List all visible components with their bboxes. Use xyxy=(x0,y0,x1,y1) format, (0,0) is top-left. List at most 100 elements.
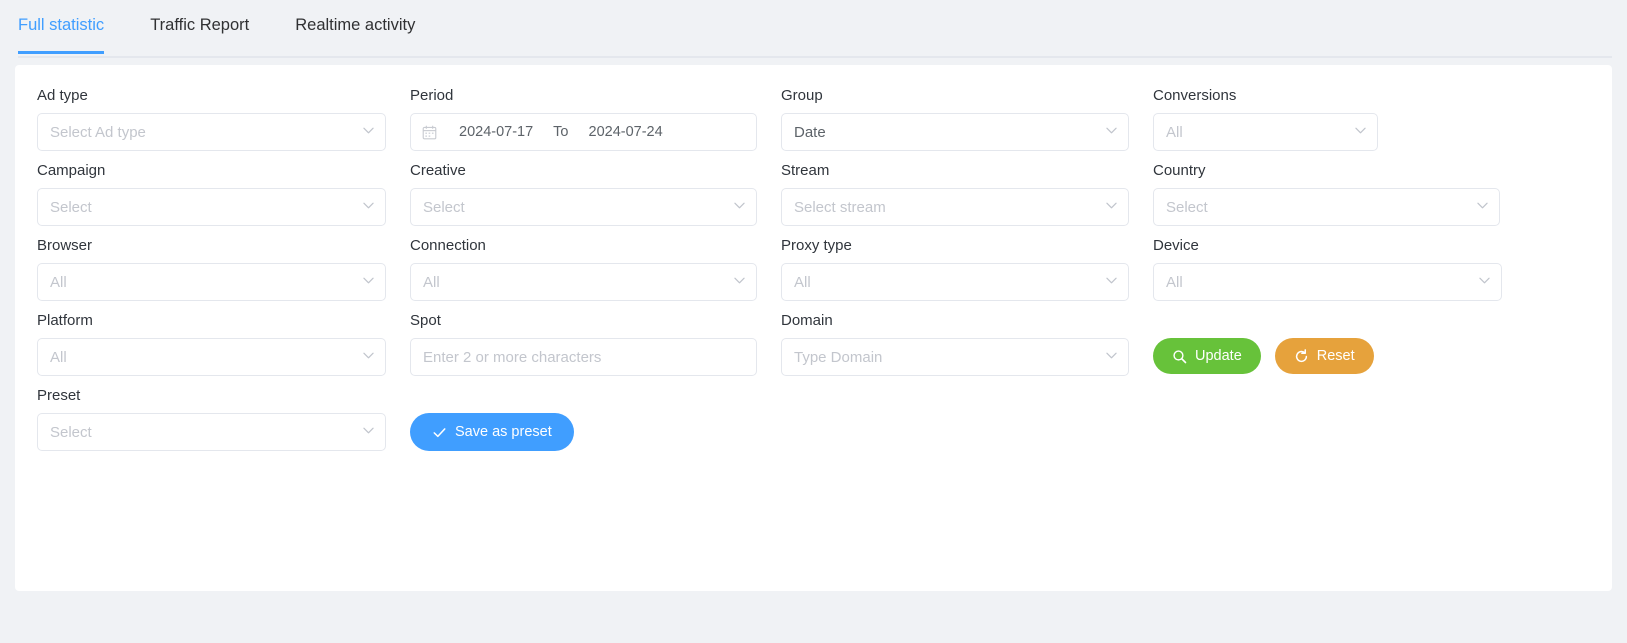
domain-value: Type Domain xyxy=(794,348,883,366)
chevron-down-icon xyxy=(734,200,745,211)
preset-value: Select xyxy=(50,423,92,441)
refresh-icon xyxy=(1294,348,1309,364)
device-value: All xyxy=(1166,273,1183,291)
conversions-label: Conversions xyxy=(1153,87,1237,104)
filter-row-3: Browser All Connection All Proxy type Al… xyxy=(15,237,1612,301)
period-end-date[interactable]: 2024-07-24 xyxy=(589,124,663,140)
period-start-date[interactable]: 2024-07-17 xyxy=(459,124,533,140)
field-domain: Domain Type Domain xyxy=(781,312,1129,376)
chevron-down-icon xyxy=(363,200,374,211)
update-button[interactable]: Update xyxy=(1153,338,1261,374)
stream-value: Select stream xyxy=(794,198,886,216)
filter-row-5: Preset Select Save as preset xyxy=(15,387,1612,451)
stream-label: Stream xyxy=(781,162,830,179)
chevron-down-icon xyxy=(734,275,745,286)
action-button-row: Update Reset xyxy=(1153,338,1374,374)
reset-button-label: Reset xyxy=(1316,348,1355,364)
ad-type-select[interactable]: Select Ad type xyxy=(37,113,386,151)
save-preset-area: Save as preset xyxy=(410,387,757,451)
proxy-type-value: All xyxy=(794,273,811,291)
update-button-label: Update xyxy=(1195,348,1242,364)
chevron-down-icon xyxy=(1477,200,1488,211)
ad-type-label: Ad type xyxy=(37,87,88,104)
device-label: Device xyxy=(1153,237,1199,254)
chevron-down-icon xyxy=(363,350,374,361)
field-preset: Preset Select xyxy=(37,387,386,451)
check-icon xyxy=(432,425,447,440)
country-label: Country xyxy=(1153,162,1206,179)
browser-label: Browser xyxy=(37,237,93,254)
connection-label: Connection xyxy=(410,237,486,254)
platform-label: Platform xyxy=(37,312,93,329)
reset-button[interactable]: Reset xyxy=(1274,338,1374,374)
creative-label: Creative xyxy=(410,162,466,179)
save-as-preset-label: Save as preset xyxy=(455,424,552,440)
field-connection: Connection All xyxy=(410,237,757,301)
field-conversions: Conversions All xyxy=(1153,87,1378,151)
filter-row-2: Campaign Select Creative Select Stream S… xyxy=(15,162,1612,226)
field-stream: Stream Select stream xyxy=(781,162,1129,226)
save-preset-spacer xyxy=(410,387,757,405)
tab-realtime-activity[interactable]: Realtime activity xyxy=(295,0,415,53)
chevron-down-icon xyxy=(1106,275,1117,286)
field-proxy-type: Proxy type All xyxy=(781,237,1129,301)
browser-select[interactable]: All xyxy=(37,263,386,301)
filter-panel: Ad type Select Ad type Period 2024-07-17… xyxy=(15,65,1612,591)
chevron-down-icon xyxy=(363,275,374,286)
device-select[interactable]: All xyxy=(1153,263,1502,301)
field-group: Group Date xyxy=(781,87,1129,151)
conversions-select[interactable]: All xyxy=(1153,113,1378,151)
period-daterange-picker[interactable]: 2024-07-17 To 2024-07-24 xyxy=(410,113,757,151)
field-browser: Browser All xyxy=(37,237,386,301)
proxy-type-select[interactable]: All xyxy=(781,263,1129,301)
creative-select[interactable]: Select xyxy=(410,188,757,226)
chevron-down-icon xyxy=(363,425,374,436)
chevron-down-icon xyxy=(363,125,374,136)
field-campaign: Campaign Select xyxy=(37,162,386,226)
spot-input[interactable]: Enter 2 or more characters xyxy=(410,338,757,376)
calendar-icon xyxy=(422,125,437,140)
platform-value: All xyxy=(50,348,67,366)
chevron-down-icon xyxy=(1106,125,1117,136)
stream-select[interactable]: Select stream xyxy=(781,188,1129,226)
field-platform: Platform All xyxy=(37,312,386,376)
domain-label: Domain xyxy=(781,312,833,329)
proxy-type-label: Proxy type xyxy=(781,237,852,254)
platform-select[interactable]: All xyxy=(37,338,386,376)
tab-bar: Full statistic Traffic Report Realtime a… xyxy=(0,0,1627,58)
connection-select[interactable]: All xyxy=(410,263,757,301)
connection-value: All xyxy=(423,273,440,291)
spot-placeholder: Enter 2 or more characters xyxy=(423,348,602,366)
action-buttons: Update Reset xyxy=(1153,312,1374,374)
group-select[interactable]: Date xyxy=(781,113,1129,151)
campaign-label: Campaign xyxy=(37,162,106,179)
tab-traffic-report[interactable]: Traffic Report xyxy=(150,0,249,53)
save-as-preset-button[interactable]: Save as preset xyxy=(410,413,574,451)
group-label: Group xyxy=(781,87,823,104)
conversions-value: All xyxy=(1166,123,1183,141)
action-buttons-spacer xyxy=(1153,312,1374,330)
preset-select[interactable]: Select xyxy=(37,413,386,451)
chevron-down-icon xyxy=(1479,275,1490,286)
field-creative: Creative Select xyxy=(410,162,757,226)
creative-value: Select xyxy=(423,198,465,216)
spot-label: Spot xyxy=(410,312,441,329)
ad-type-value: Select Ad type xyxy=(50,123,146,141)
filter-row-1: Ad type Select Ad type Period 2024-07-17… xyxy=(15,87,1612,151)
field-spot: Spot Enter 2 or more characters xyxy=(410,312,757,376)
chevron-down-icon xyxy=(1106,350,1117,361)
campaign-value: Select xyxy=(50,198,92,216)
browser-value: All xyxy=(50,273,67,291)
domain-select[interactable]: Type Domain xyxy=(781,338,1129,376)
campaign-select[interactable]: Select xyxy=(37,188,386,226)
chevron-down-icon xyxy=(1106,200,1117,211)
tab-full-statistic[interactable]: Full statistic xyxy=(18,0,105,54)
field-ad-type: Ad type Select Ad type xyxy=(37,87,386,151)
preset-label: Preset xyxy=(37,387,81,404)
period-separator: To xyxy=(553,124,569,140)
field-device: Device All xyxy=(1153,237,1502,301)
filter-row-4: Platform All Spot Enter 2 or more charac… xyxy=(15,312,1612,376)
country-select[interactable]: Select xyxy=(1153,188,1500,226)
field-period: Period 2024-07-17 To 2024-07-24 xyxy=(410,87,757,151)
chevron-down-icon xyxy=(1355,125,1366,136)
